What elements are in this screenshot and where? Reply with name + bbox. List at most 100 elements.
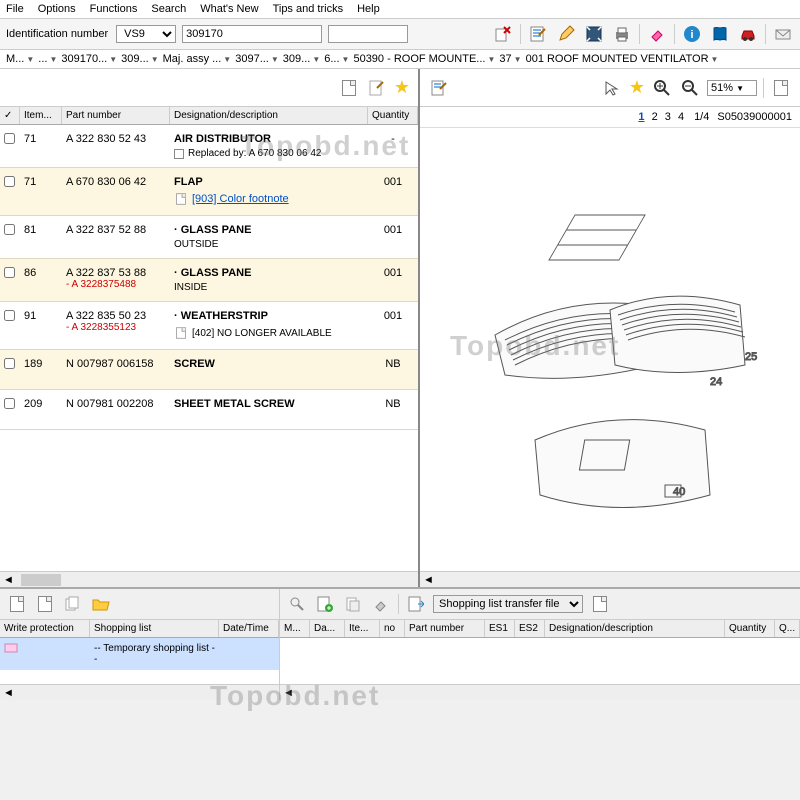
bc-4[interactable]: Maj. assy ... [163, 53, 222, 65]
page-1[interactable]: 1 [638, 111, 644, 123]
menu-options[interactable]: Options [38, 3, 76, 15]
hdr-q[interactable]: Q... [775, 620, 800, 637]
row-checkbox[interactable] [0, 396, 20, 423]
export-icon[interactable] [589, 593, 611, 615]
transfer-icon[interactable] [405, 593, 427, 615]
new-list-icon[interactable] [6, 593, 28, 615]
row-checkbox[interactable] [0, 131, 20, 161]
zoom-level-select[interactable]: 51% ▼ [707, 80, 757, 96]
hdr-ite[interactable]: Ite... [345, 620, 380, 637]
chevron-down-icon[interactable]: ▼ [49, 55, 57, 64]
book-icon[interactable] [709, 23, 731, 45]
transfer-file-select[interactable]: Shopping list transfer file [433, 595, 583, 613]
header-write-protection[interactable]: Write protection [0, 620, 90, 637]
hdr-pn[interactable]: Part number [405, 620, 485, 637]
id-number-input[interactable] [182, 25, 322, 43]
bc-3[interactable]: 309... [121, 53, 149, 65]
hdr-no[interactable]: no [380, 620, 405, 637]
favorite-icon[interactable]: ★ [394, 77, 410, 98]
bc-5[interactable]: 3097... [235, 53, 269, 65]
zoom-out-icon[interactable] [679, 77, 701, 99]
chevron-down-icon[interactable]: ▼ [109, 55, 117, 64]
chevron-down-icon[interactable]: ▼ [711, 55, 719, 64]
header-description[interactable]: Designation/description [170, 107, 368, 124]
page-2[interactable]: 2 [652, 111, 658, 123]
bc-0[interactable]: M... [6, 53, 24, 65]
parts-row[interactable]: 86A 322 837 53 88- A 3228375488· GLASS P… [0, 259, 418, 302]
bc-2[interactable]: 309170... [61, 53, 107, 65]
bottom-left-scrollbar[interactable]: ◄ [0, 684, 279, 700]
chevron-down-icon[interactable]: ▼ [312, 55, 320, 64]
edit-icon[interactable] [366, 77, 388, 99]
viewer-scrollbar[interactable]: ◄ [420, 571, 800, 587]
technical-drawing[interactable]: 24 25 40 [420, 128, 800, 571]
id-extra-input[interactable] [328, 25, 408, 43]
delete-icon[interactable] [492, 23, 514, 45]
parts-row[interactable]: 81A 322 837 52 88· GLASS PANEOUTSIDE001 [0, 216, 418, 259]
bc-9[interactable]: 37 [499, 53, 511, 65]
search-item-icon[interactable] [286, 593, 308, 615]
row-checkbox[interactable] [0, 265, 20, 295]
shopping-list-row[interactable]: -- Temporary shopping list -- [0, 638, 279, 670]
open-folder-icon[interactable] [90, 593, 112, 615]
id-type-select[interactable]: VS9 [116, 25, 176, 43]
pencil-icon[interactable] [555, 23, 577, 45]
row-checkbox[interactable] [0, 222, 20, 252]
chevron-down-icon[interactable]: ▼ [487, 55, 495, 64]
add-item-icon[interactable] [314, 593, 336, 615]
hdr-da[interactable]: Da... [310, 620, 345, 637]
remove-item-icon[interactable] [342, 593, 364, 615]
chevron-down-icon[interactable]: ▼ [151, 55, 159, 64]
hdr-m[interactable]: M... [280, 620, 310, 637]
page-4[interactable]: 4 [678, 111, 684, 123]
menu-help[interactable]: Help [357, 3, 380, 15]
favorite-viewer-icon[interactable]: ★ [629, 77, 645, 98]
copy-icon[interactable] [338, 77, 360, 99]
duplicate-icon[interactable] [62, 593, 84, 615]
row-checkbox[interactable] [0, 356, 20, 383]
print-icon[interactable] [611, 23, 633, 45]
header-datetime[interactable]: Date/Time [219, 620, 279, 637]
chevron-down-icon[interactable]: ▼ [223, 55, 231, 64]
hdr-es2[interactable]: ES2 [515, 620, 545, 637]
row-checkbox[interactable] [0, 308, 20, 343]
bc-1[interactable]: ... [38, 53, 47, 65]
bottom-right-scrollbar[interactable]: ◄ [280, 684, 800, 700]
row-checkbox[interactable] [0, 174, 20, 209]
chevron-down-icon[interactable]: ▼ [26, 55, 34, 64]
header-partnumber[interactable]: Part number [62, 107, 170, 124]
menu-search[interactable]: Search [151, 3, 186, 15]
page-3[interactable]: 3 [665, 111, 671, 123]
bc-10[interactable]: 001 ROOF MOUNTED VENTILATOR [526, 53, 709, 65]
parts-row[interactable]: 209N 007981 002208SHEET METAL SCREWNB [0, 390, 418, 430]
menu-tips[interactable]: Tips and tricks [273, 3, 344, 15]
expand-icon[interactable] [583, 23, 605, 45]
header-check[interactable]: ✓ [0, 107, 20, 124]
mail-icon[interactable] [772, 23, 794, 45]
parts-row[interactable]: 91A 322 835 50 23- A 3228355123· WEATHER… [0, 302, 418, 350]
bc-6[interactable]: 309... [283, 53, 311, 65]
eraser-icon[interactable] [646, 23, 668, 45]
parts-row[interactable]: 71A 670 830 06 42FLAP [903] Color footno… [0, 168, 418, 216]
parts-row[interactable]: 189N 007987 006158SCREWNB [0, 350, 418, 390]
zoom-in-icon[interactable] [651, 77, 673, 99]
header-item[interactable]: Item... [20, 107, 62, 124]
hdr-qty[interactable]: Quantity [725, 620, 775, 637]
parts-row[interactable]: 71A 322 830 52 43AIR DISTRIBUTOR Replace… [0, 125, 418, 168]
copy-list-icon[interactable] [34, 593, 56, 615]
bc-8[interactable]: 50390 - ROOF MOUNTE... [353, 53, 485, 65]
info-icon[interactable]: i [681, 23, 703, 45]
chevron-down-icon[interactable]: ▼ [514, 55, 522, 64]
horizontal-scrollbar[interactable]: ◄ [0, 571, 418, 587]
page-icon[interactable] [770, 77, 792, 99]
hdr-desc[interactable]: Designation/description [545, 620, 725, 637]
annotate-icon[interactable] [428, 77, 450, 99]
vehicle-icon[interactable] [737, 23, 759, 45]
erase-item-icon[interactable] [370, 593, 392, 615]
bc-7[interactable]: 6... [324, 53, 339, 65]
parts-table-body[interactable]: 71A 322 830 52 43AIR DISTRIBUTOR Replace… [0, 125, 418, 571]
hdr-es1[interactable]: ES1 [485, 620, 515, 637]
menu-functions[interactable]: Functions [90, 3, 138, 15]
chevron-down-icon[interactable]: ▼ [271, 55, 279, 64]
menu-whatsnew[interactable]: What's New [200, 3, 258, 15]
